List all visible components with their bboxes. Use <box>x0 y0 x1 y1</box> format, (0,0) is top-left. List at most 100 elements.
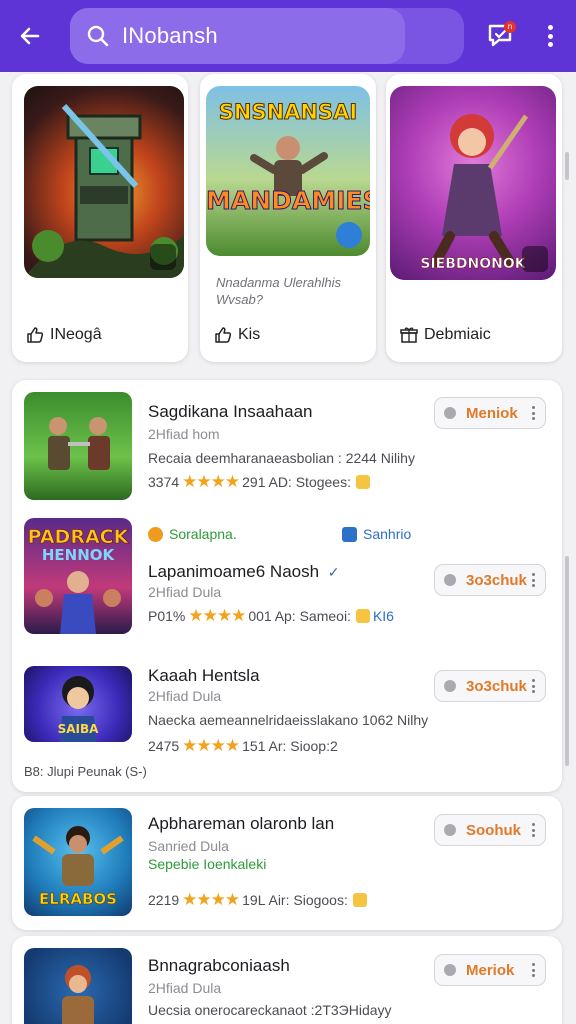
more-vert-icon[interactable] <box>532 573 535 587</box>
app-title[interactable]: Apbhareman olaronb lan <box>148 814 334 834</box>
more-vert-icon[interactable] <box>532 823 535 837</box>
badge-icon <box>355 475 370 489</box>
featured-description: Nnadanma Ulerahlhis Wvsab? <box>216 275 342 307</box>
star-rating: ★★★★ <box>188 606 246 625</box>
featured-game-art: SIEBDNONOK <box>390 86 556 280</box>
status-dot-icon <box>444 680 456 692</box>
rating-value: 3374 <box>148 474 180 490</box>
scrollbar-track[interactable] <box>565 556 569 766</box>
app-title-row[interactable]: Lapanimoame6 Naosh ✓ <box>148 562 340 582</box>
app-title[interactable]: Bnnagrabconiaash <box>148 956 290 976</box>
app-title[interactable]: Kaaah Hentsla <box>148 666 260 686</box>
chat-button[interactable]: n <box>486 20 518 52</box>
app-info: Uecsia onerocareckanaot :2T3ЭHidayy <box>148 1002 392 1018</box>
app-tagline: Ap: Sameoi: <box>274 608 351 624</box>
action-button[interactable]: Soohuk <box>434 814 546 846</box>
scrollbar-thumb[interactable] <box>565 152 569 180</box>
search-icon <box>87 25 109 47</box>
search-query: INobansh <box>122 23 218 48</box>
art-title: ELRABOS <box>39 890 117 909</box>
status-dot-icon <box>444 407 456 419</box>
check-circle-icon <box>148 526 163 542</box>
app-developer: 2Hfiad Dula <box>148 980 222 996</box>
more-vert-icon[interactable] <box>532 963 535 977</box>
arrow-left-icon <box>20 27 40 45</box>
featured-footer[interactable]: INeogâ <box>26 326 102 344</box>
app-info: Sepebie Ioenkaleki <box>148 856 267 872</box>
featured-footer-label: INeogâ <box>50 326 102 343</box>
top-app-bar: INobansh n <box>0 0 576 72</box>
bookmark-icon[interactable] <box>336 222 362 248</box>
featured-footer[interactable]: Kis <box>214 326 260 344</box>
review-count: 19L <box>242 892 266 908</box>
featured-game-art: SNSNANSAI MANDAMIES <box>206 86 370 256</box>
rating-value: 2219 <box>148 892 180 908</box>
review-count: 151 <box>242 738 266 754</box>
action-label: Soohuk <box>466 821 521 839</box>
featured-game-art <box>24 86 184 278</box>
app-thumbnail[interactable] <box>24 392 132 500</box>
thumbs-up-icon <box>27 327 44 343</box>
verified-icon: ✓ <box>327 564 340 580</box>
featured-card[interactable]: SNSNANSAI MANDAMIES Nnadanma Ulerahlhis … <box>200 74 376 362</box>
bookmark-icon[interactable] <box>150 244 176 270</box>
app-developer: Sanried Dula <box>148 838 229 854</box>
status-dot-icon <box>444 824 456 836</box>
app-info: Recaia deemharanaeasbolian : 2244 Nilihy <box>148 450 415 466</box>
app-title[interactable]: Sagdikana Insaahaan <box>148 402 312 422</box>
action-button[interactable]: 3o3chuk <box>434 564 546 596</box>
review-count: 001 <box>248 608 272 624</box>
app-thumbnail[interactable] <box>24 948 132 1024</box>
app-rating-row: 2219 ★★★★ 19L Air: Siogoos: <box>148 890 367 910</box>
notification-badge: n <box>504 21 516 33</box>
more-vert-icon[interactable] <box>532 406 535 420</box>
rating-value: P01% <box>148 608 186 624</box>
featured-footer[interactable]: Debmiaic <box>400 326 491 344</box>
rating-value: 2475 <box>148 738 180 754</box>
art-subtitle: MANDAMIES <box>206 186 370 216</box>
bookmark-icon[interactable] <box>522 246 548 272</box>
category-tag-label: Sanhrio <box>363 526 412 542</box>
star-rating: ★★★★ <box>182 890 240 909</box>
thumbs-up-icon <box>215 327 232 343</box>
status-dot-icon <box>444 964 456 976</box>
featured-card[interactable]: INeogâ <box>12 74 188 362</box>
app-extra-label: KI6 <box>372 608 394 624</box>
star-rating: ★★★★ <box>182 472 240 491</box>
featured-footer-label: Kis <box>238 326 261 343</box>
app-thumbnail[interactable]: ELRABOS <box>24 808 132 916</box>
action-label: Meriok <box>466 961 515 979</box>
more-options-button[interactable] <box>538 22 562 50</box>
gift-icon <box>400 327 418 343</box>
review-count: 291 <box>242 474 266 490</box>
app-rating-row: 2475 ★★★★ 151 Ar: Sioop:2 <box>148 736 338 756</box>
app-thumbnail[interactable]: PADRACK HENNOK <box>24 518 132 634</box>
app-tagline: Air: Siogoos: <box>268 892 348 908</box>
action-button[interactable]: Meniok <box>434 397 546 429</box>
app-list-card: Bnnagrabconiaash 2Hfiad Dula Uecsia oner… <box>12 936 562 1024</box>
warrior-illustration <box>62 965 94 1024</box>
promo-tag[interactable]: Soralapna. <box>148 526 237 542</box>
category-tag[interactable]: Sanhrio <box>342 526 411 542</box>
app-rating-row: 3374 ★★★★ 291 AD: Stogees: <box>148 472 370 492</box>
app-thumbnail[interactable]: SAIBA <box>24 666 132 742</box>
featured-card[interactable]: SIEBDNONOK Debmiaic <box>386 74 562 362</box>
app-rating-row: P01% ★★★★ 001 Ap: Sameoi: KI6 <box>148 606 394 626</box>
app-developer: 2Hfiad Dula <box>148 584 222 600</box>
badge-icon <box>352 893 367 907</box>
search-input[interactable]: INobansh <box>70 8 405 64</box>
search-bar[interactable]: INobansh <box>70 8 464 64</box>
status-dot-icon <box>444 574 456 586</box>
back-button[interactable] <box>14 20 46 52</box>
action-button[interactable]: Meriok <box>434 954 546 986</box>
category-icon <box>342 526 357 542</box>
featured-footer-label: Debmiaic <box>424 326 491 343</box>
app-developer: 2Hfiad Dula <box>148 688 222 704</box>
action-label: Meniok <box>466 404 518 422</box>
badge-icon <box>355 609 370 623</box>
app-tagline: AD: Stogees: <box>268 474 351 490</box>
more-vert-icon[interactable] <box>532 679 535 693</box>
app-info: Naecka aemeannelridaeisslakano 1062 Nilh… <box>148 712 429 728</box>
app-title: Lapanimoame6 Naosh <box>148 562 320 581</box>
action-button[interactable]: 3o3chuk <box>434 670 546 702</box>
